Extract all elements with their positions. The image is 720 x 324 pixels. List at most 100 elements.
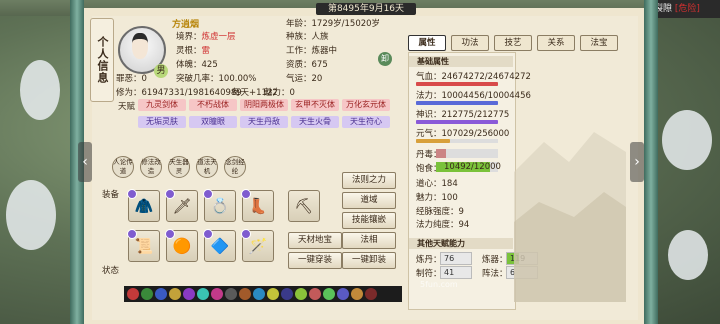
jingmai-value: 9: [458, 207, 464, 217]
status-icon[interactable]: [183, 288, 195, 300]
cultivation-row: 修为：61947331/1981640989: [116, 88, 242, 98]
equip-slot-robe[interactable]: 🧥: [127, 189, 160, 222]
daoxin-value: 184: [441, 179, 458, 189]
scroll-roller-right: [644, 0, 658, 324]
prev-character-arrow-icon[interactable]: ‹: [78, 142, 92, 182]
status-icon[interactable]: [239, 288, 251, 300]
snow-patch: [668, 230, 708, 280]
next-character-arrow-icon[interactable]: ›: [630, 142, 644, 182]
status-icon[interactable]: [323, 288, 335, 300]
aptitude-label: 天赋: [118, 102, 136, 112]
yuanqi-bar-track: [416, 139, 498, 143]
aptitude-chip[interactable]: 双瞳眼: [189, 116, 237, 128]
dao-domain-button[interactable]: 道域: [342, 192, 396, 209]
talent-value: 675: [311, 60, 328, 70]
other-abilities-title: 其他天赋能力: [409, 238, 513, 249]
equip-slot-staff[interactable]: 🪄: [241, 229, 274, 262]
break-value: 100.00%: [218, 74, 257, 84]
status-item-bar: [124, 286, 402, 302]
snow-patch: [20, 60, 60, 120]
daoxin-row: 道心：184: [416, 179, 458, 189]
meili-value: 100: [441, 193, 458, 203]
aptitude-chip[interactable]: 阴阳两极体: [240, 99, 288, 111]
treasure-button[interactable]: 天材地宝: [288, 232, 342, 249]
fali-bar: [416, 101, 498, 105]
status-icon[interactable]: [141, 288, 153, 300]
tab[interactable]: 关系: [537, 35, 575, 51]
status-icon[interactable]: [253, 288, 265, 300]
law-power-button[interactable]: 法则之力: [342, 172, 396, 189]
status-label: 状态: [102, 266, 120, 276]
aptitude-chip[interactable]: 天生符心: [342, 116, 390, 128]
root-row: 灵根：雷: [176, 46, 211, 56]
cultivation-value: 61947331/1981640989: [141, 88, 242, 98]
fali-purity-value: 94: [458, 220, 470, 230]
tab[interactable]: 技艺: [494, 35, 532, 51]
aptitude-chip[interactable]: 天生丹敌: [240, 116, 288, 128]
aptitude-chip[interactable]: 无垢灵肤: [138, 116, 186, 128]
baoshi-value: 10492/12000: [444, 162, 501, 172]
tab[interactable]: 功法: [451, 35, 489, 51]
status-icon[interactable]: [211, 288, 223, 300]
landscape-decoration: [514, 132, 626, 302]
meili-row: 魅力：100: [416, 193, 458, 203]
tab[interactable]: 属性: [408, 35, 446, 51]
skill-inlay-button[interactable]: 技能镶嵌: [342, 212, 396, 229]
action-circle[interactable]: 念剑经纶: [224, 156, 246, 178]
tab[interactable]: 法宝: [580, 35, 618, 51]
yuanqi-row: 元气：107029/256000: [416, 129, 510, 139]
status-icon[interactable]: [295, 288, 307, 300]
physique-row: 体魄：425: [176, 60, 218, 70]
luck-value: 20: [311, 74, 323, 84]
equip-slot-boots[interactable]: 👢: [241, 189, 274, 222]
action-circle[interactable]: 道法天机: [196, 156, 218, 178]
equip-slot-sword[interactable]: 🗡: [165, 189, 198, 222]
equip-slot-pickaxe[interactable]: ⛏: [288, 190, 320, 222]
qixue-bar-track: [416, 82, 498, 86]
snow-patch: [6, 180, 56, 250]
dharma-phase-button[interactable]: 法相: [342, 232, 396, 249]
basic-attributes-title: 基础属性: [409, 56, 513, 67]
evil-row: 罪恶：0: [116, 74, 147, 84]
status-icon[interactable]: [337, 288, 349, 300]
equip-slot-charm[interactable]: 📜: [127, 229, 160, 262]
tab-bar: 属性 功法 技艺 关系 法宝: [408, 35, 618, 51]
map-region-label[interactable]: 裂隙 [危险]: [650, 0, 720, 18]
shenshi-bar: [416, 120, 498, 124]
action-circle[interactable]: 天生器灵: [168, 156, 190, 178]
action-circle[interactable]: 修法改造: [140, 156, 162, 178]
action-circle[interactable]: 人论传道: [112, 156, 134, 178]
aptitude-chip[interactable]: 九灵剑体: [138, 99, 186, 111]
status-icon[interactable]: [225, 288, 237, 300]
status-icon[interactable]: [365, 288, 377, 300]
destiny-badge[interactable]: 卸: [378, 52, 392, 66]
aptitude-chip[interactable]: 万化玄元体: [342, 99, 390, 111]
race-value: 人族: [311, 32, 329, 42]
status-icon[interactable]: [155, 288, 167, 300]
remove-all-button[interactable]: 一键卸装: [342, 252, 396, 269]
equip-slot-orb[interactable]: 🟠: [165, 229, 198, 262]
aptitude-chip[interactable]: 玄甲不灭体: [291, 99, 339, 111]
status-icon[interactable]: [309, 288, 321, 300]
equip-slot-ring[interactable]: 💍: [203, 189, 236, 222]
status-icon[interactable]: [197, 288, 209, 300]
status-icon[interactable]: [267, 288, 279, 300]
luck-row: 气运：20: [286, 74, 323, 84]
equip-slot-pendant[interactable]: 🔷: [203, 229, 236, 262]
status-icon[interactable]: [351, 288, 363, 300]
game-date: 第8495年9月16天: [316, 3, 416, 15]
zhifu-value: 41: [440, 266, 472, 279]
status-icon[interactable]: [127, 288, 139, 300]
status-icon[interactable]: [169, 288, 181, 300]
qixue-bar: [416, 82, 498, 86]
zhifu-label: 制符：: [416, 269, 442, 279]
age-value: 1729岁/15020岁: [311, 19, 381, 29]
wear-all-button[interactable]: 一键穿装: [288, 252, 342, 269]
aptitude-chip[interactable]: 不朽战体: [189, 99, 237, 111]
aptitude-chip[interactable]: 天生火骨: [291, 116, 339, 128]
break-row: 突破几率：100.00%: [176, 74, 257, 84]
liandan-label: 炼丹：: [416, 255, 442, 265]
status-icon[interactable]: [281, 288, 293, 300]
watermark: 5fun.com: [420, 280, 458, 289]
side-tab-personal-info[interactable]: 个人信息: [90, 18, 114, 102]
